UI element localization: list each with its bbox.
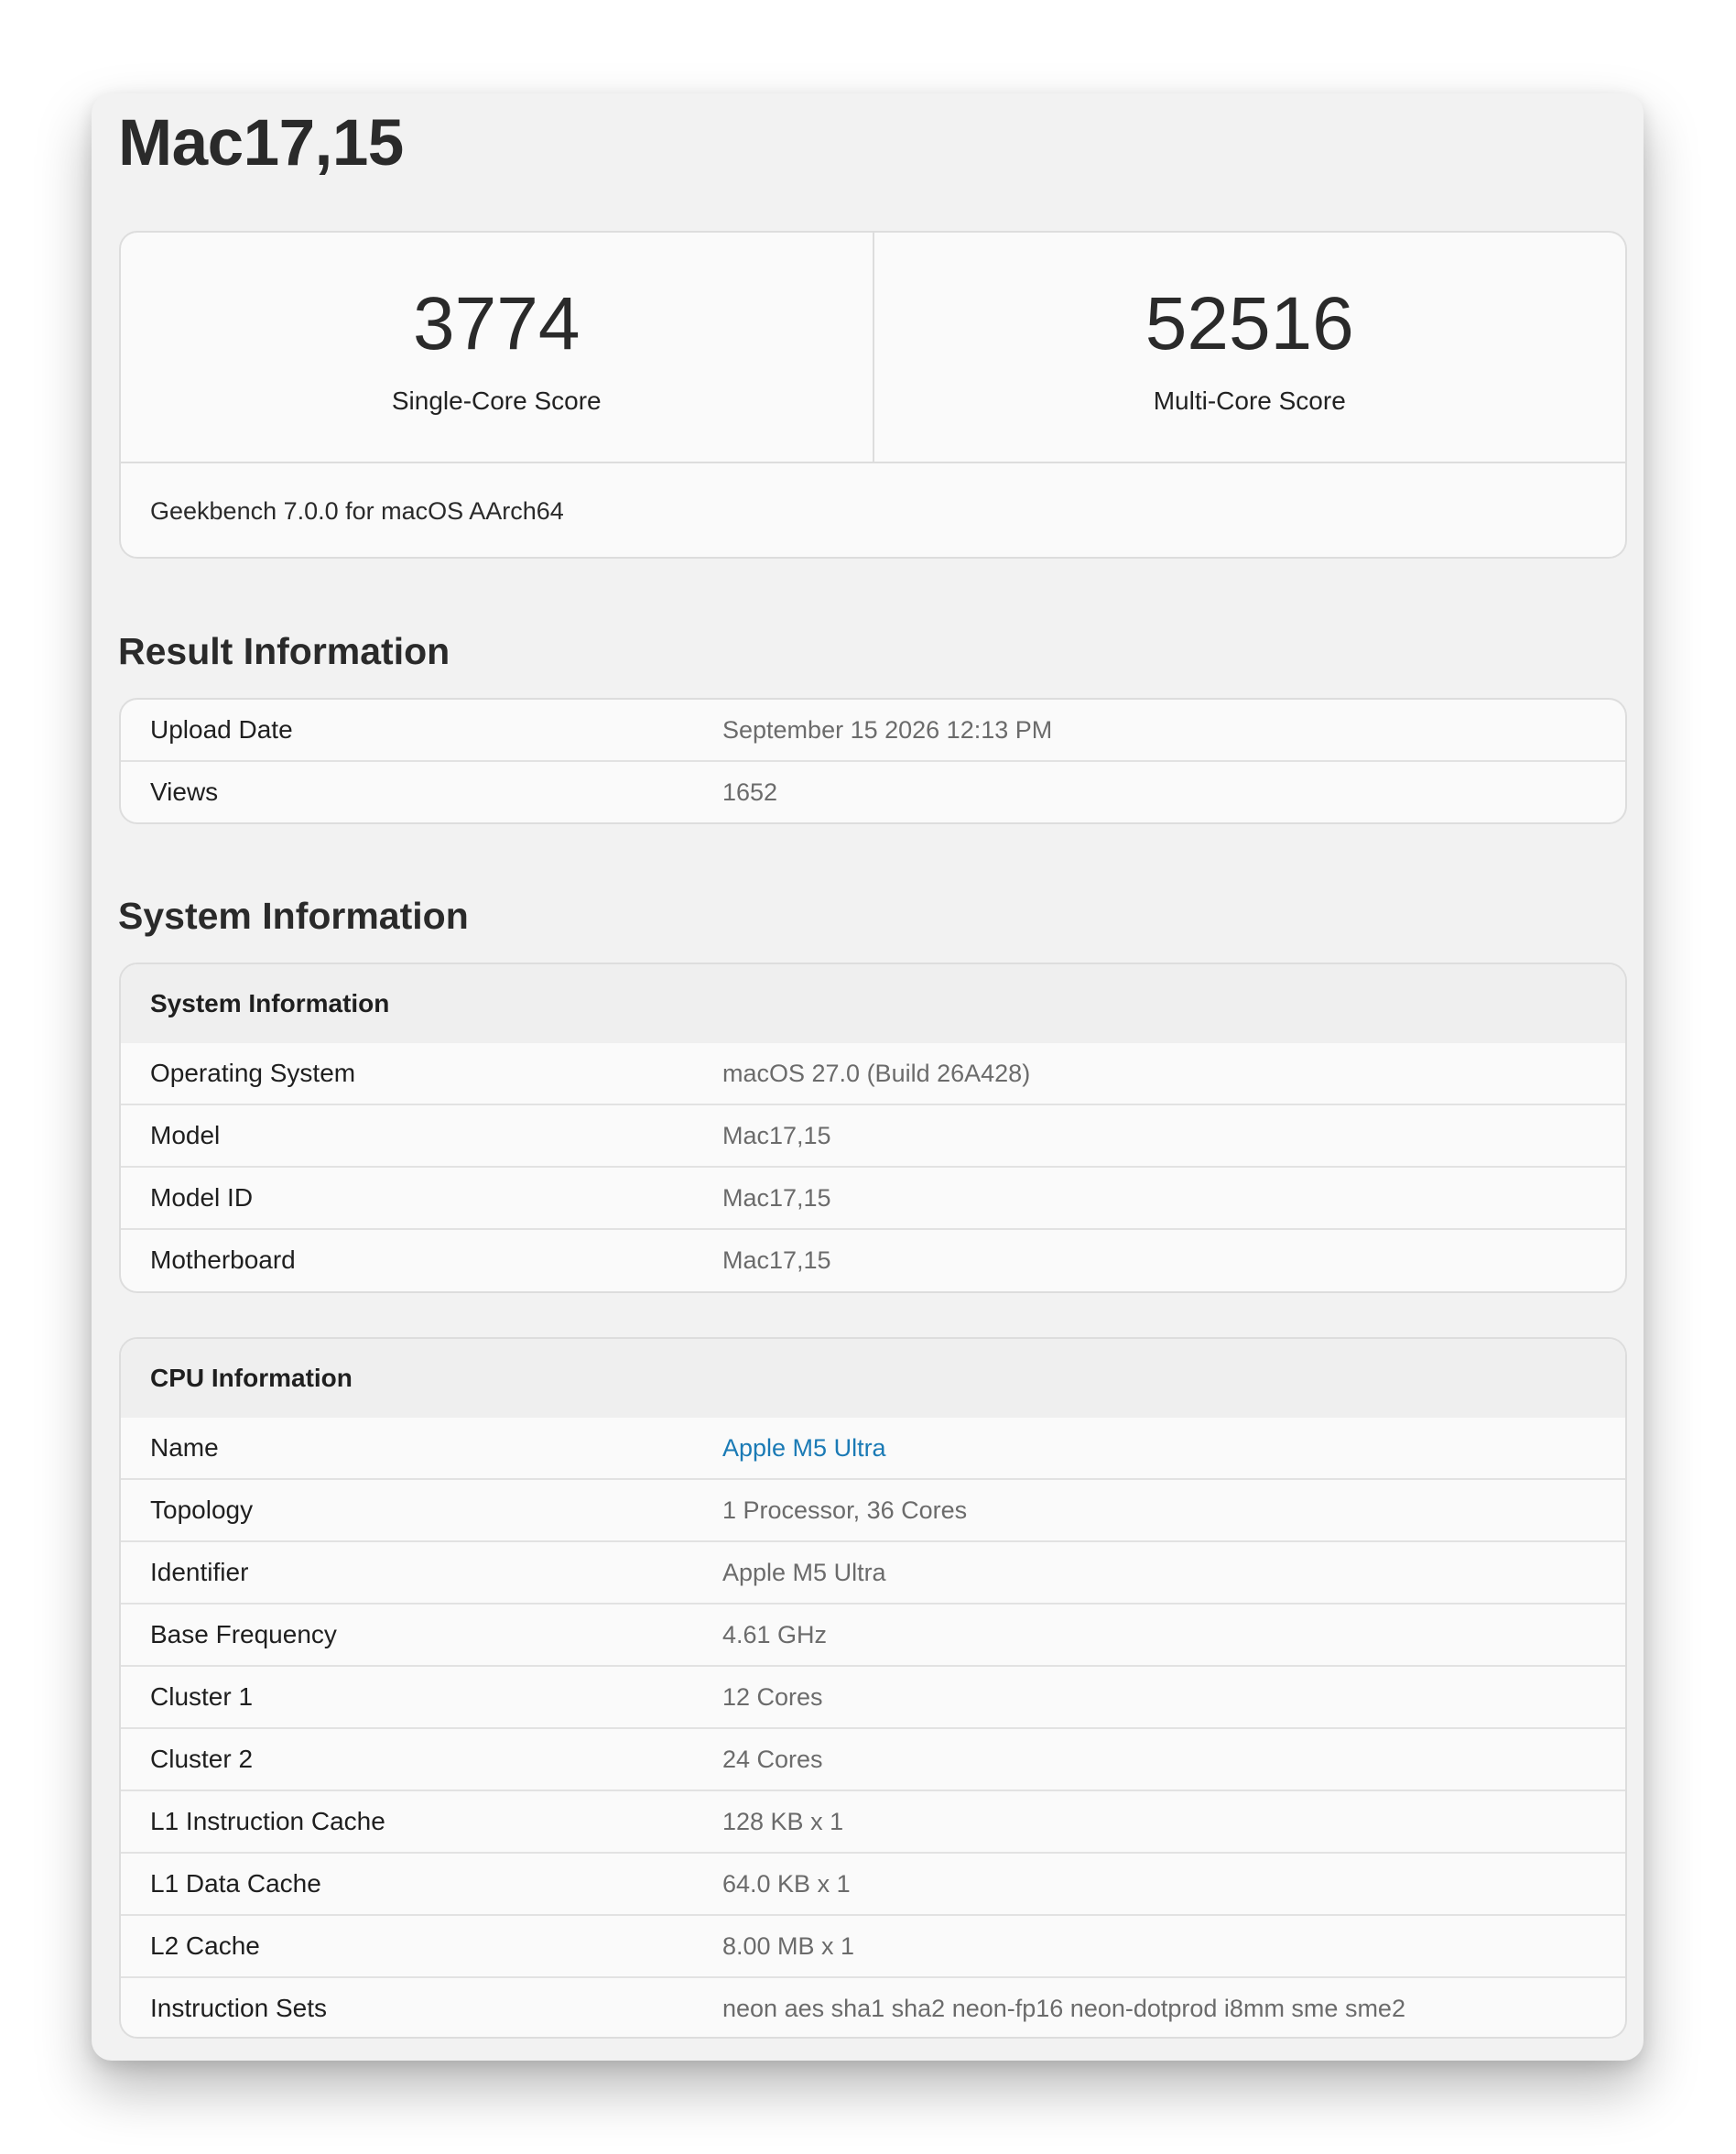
- table-row: Identifier Apple M5 Ultra: [121, 1540, 1625, 1603]
- table-title: CPU Information: [150, 1364, 353, 1392]
- result-information-table: Upload Date September 15 2026 12:13 PM V…: [119, 698, 1627, 824]
- table-row: Operating System macOS 27.0 (Build 26A42…: [121, 1043, 1625, 1104]
- row-value: Mac17,15: [722, 1246, 831, 1274]
- table-title: System Information: [150, 989, 390, 1017]
- table-row: L1 Data Cache 64.0 KB x 1: [121, 1852, 1625, 1914]
- table-row: L1 Instruction Cache 128 KB x 1: [121, 1790, 1625, 1852]
- row-value: 12 Cores: [722, 1682, 823, 1711]
- row-label: Instruction Sets: [150, 1994, 327, 2022]
- row-label: Cluster 2: [150, 1745, 254, 1773]
- row-label: Motherboard: [150, 1246, 296, 1274]
- table-row: Motherboard Mac17,15: [121, 1228, 1625, 1290]
- result-information-heading: Result Information: [118, 630, 450, 672]
- benchmark-version: Geekbench 7.0.0 for macOS AArch64: [150, 497, 564, 525]
- row-label: Model: [150, 1121, 221, 1149]
- row-label: Base Frequency: [150, 1620, 337, 1648]
- row-value: 1652: [722, 778, 778, 806]
- single-core-cell: 3774 Single-Core Score: [121, 233, 873, 462]
- row-value: 64.0 KB x 1: [722, 1869, 851, 1898]
- row-value: Mac17,15: [722, 1121, 831, 1149]
- row-value: 4.61 GHz: [722, 1620, 828, 1648]
- score-panel: 3774 Single-Core Score 52516 Multi-Core …: [119, 231, 1627, 559]
- row-label: Operating System: [150, 1059, 356, 1087]
- table-row: Model ID Mac17,15: [121, 1166, 1625, 1228]
- row-label: L1 Data Cache: [150, 1869, 321, 1898]
- row-value: Mac17,15: [722, 1183, 831, 1212]
- table-row: Cluster 1 12 Cores: [121, 1665, 1625, 1727]
- row-label: L2 Cache: [150, 1931, 260, 1960]
- table-row: Views 1652: [121, 760, 1625, 822]
- multi-core-cell: 52516 Multi-Core Score: [872, 233, 1626, 462]
- table-row: Base Frequency 4.61 GHz: [121, 1603, 1625, 1665]
- table-row: Topology 1 Processor, 36 Cores: [121, 1478, 1625, 1540]
- row-label: Identifier: [150, 1558, 249, 1586]
- row-label: Views: [150, 778, 219, 806]
- row-value: 24 Cores: [722, 1745, 823, 1773]
- system-information-heading: System Information: [118, 895, 469, 937]
- row-label: Upload Date: [150, 715, 293, 744]
- single-core-score-value: 3774: [413, 282, 580, 365]
- table-row: Cluster 2 24 Cores: [121, 1727, 1625, 1790]
- row-value: 128 KB x 1: [722, 1807, 844, 1835]
- row-value: macOS 27.0 (Build 26A428): [722, 1059, 1031, 1087]
- row-value: September 15 2026 12:13 PM: [722, 715, 1053, 744]
- page-title: Mac17,15: [118, 107, 404, 180]
- row-value: neon aes sha1 sha2 neon-fp16 neon-dotpro…: [722, 1994, 1405, 2022]
- row-value: 1 Processor, 36 Cores: [722, 1496, 968, 1524]
- system-information-table: System Information Operating System macO…: [119, 963, 1627, 1293]
- row-label: Topology: [150, 1496, 254, 1524]
- table-header: CPU Information: [121, 1339, 1625, 1418]
- table-header: System Information: [121, 964, 1625, 1043]
- table-row: L2 Cache 8.00 MB x 1: [121, 1914, 1625, 1976]
- table-row: Model Mac17,15: [121, 1104, 1625, 1166]
- row-label: Name: [150, 1433, 219, 1462]
- multi-core-score-label: Multi-Core Score: [1153, 386, 1346, 415]
- row-label: Cluster 1: [150, 1682, 254, 1711]
- single-core-score-label: Single-Core Score: [391, 386, 602, 415]
- row-label: L1 Instruction Cache: [150, 1807, 385, 1835]
- multi-core-score-value: 52516: [1145, 282, 1354, 365]
- table-row: Instruction Sets neon aes sha1 sha2 neon…: [121, 1976, 1625, 2037]
- cpu-name-link[interactable]: Apple M5 Ultra: [722, 1434, 886, 1463]
- row-value: 8.00 MB x 1: [722, 1931, 855, 1960]
- table-row: Upload Date September 15 2026 12:13 PM: [121, 700, 1625, 760]
- cpu-information-table: CPU Information Name Apple M5 Ultra Topo…: [119, 1337, 1627, 2039]
- row-value: Apple M5 Ultra: [722, 1558, 886, 1586]
- table-row: Name Apple M5 Ultra: [121, 1418, 1625, 1478]
- row-label: Model ID: [150, 1183, 254, 1212]
- scores-row: 3774 Single-Core Score 52516 Multi-Core …: [121, 233, 1625, 463]
